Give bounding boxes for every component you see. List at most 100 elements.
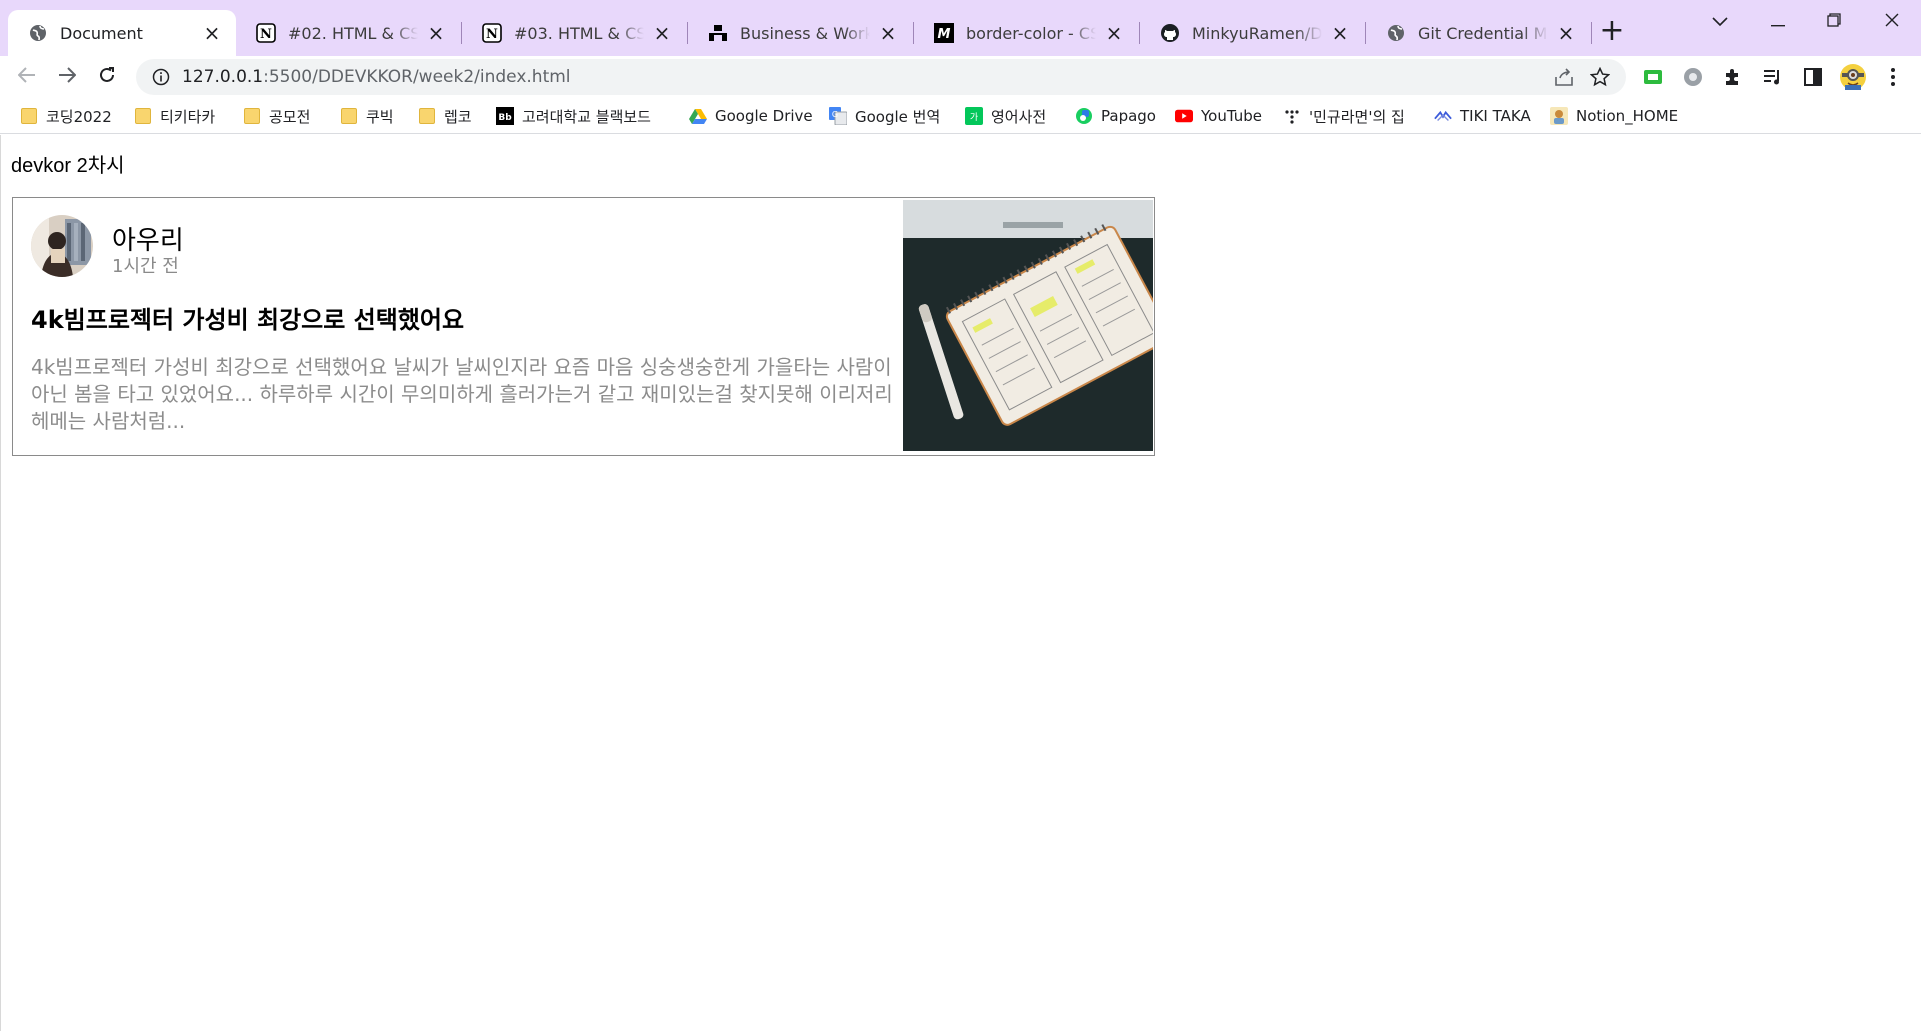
new-tab-button[interactable]: + [1596, 13, 1628, 48]
share-icon[interactable] [1552, 65, 1576, 89]
bookmark-google-drive[interactable]: Google Drive [689, 104, 813, 128]
bookmark-label: Notion_HOME [1576, 107, 1679, 125]
bookmark-label: 코딩2022 [46, 107, 112, 126]
bookmark-folder-coding2022[interactable]: 코딩2022 [20, 104, 112, 128]
bookmark-google-translate[interactable]: G Google 번역 [829, 104, 940, 128]
close-icon[interactable]: × [1556, 21, 1576, 45]
bookmark-youtube[interactable]: YouTube [1175, 104, 1262, 128]
tab-title: #03. HTML & CSS [514, 23, 644, 43]
google-translate-icon: G [829, 107, 847, 125]
gear-extension-icon[interactable] [1676, 60, 1710, 94]
info-icon[interactable] [150, 66, 172, 88]
tab-title: MinkyuRamen/DDEVKKOR [1192, 23, 1322, 43]
svg-text:G: G [832, 110, 838, 119]
profile-avatar-icon[interactable] [1836, 60, 1870, 94]
post-card[interactable]: 아우리 1시간 전 4k빔프로젝터 가성비 최강으로 선택했어요 4k빔프로젝터… [12, 197, 1155, 456]
cast-extension-icon[interactable] [1636, 60, 1670, 94]
bookmark-label: '민규라면'의 집 [1309, 107, 1405, 126]
globe-icon [28, 23, 48, 43]
more-menu-icon[interactable] [1876, 60, 1910, 94]
close-window-button[interactable] [1866, 6, 1918, 36]
bookmark-folder-repco[interactable]: 렙코 [418, 104, 472, 128]
puzzle-icon[interactable] [1716, 60, 1750, 94]
bookmark-label: YouTube [1201, 107, 1262, 125]
notion-home-icon [1550, 107, 1568, 125]
tab-strip: Document × N #02. HTML & CSS × N #03. HT… [0, 0, 1921, 56]
reload-button[interactable] [90, 60, 124, 94]
restore-button[interactable] [1808, 6, 1860, 36]
folder-icon [243, 107, 261, 125]
bookmark-label: 렙코 [444, 107, 472, 126]
post-time: 1시간 전 [112, 256, 179, 277]
page-heading: devkor 2차시 [11, 155, 125, 177]
forward-button[interactable] [50, 60, 84, 94]
minimize-icon [1771, 11, 1785, 32]
naver-dictionary-icon: 가 [965, 107, 983, 125]
bookmark-label: 고려대학교 블랙보드 [522, 107, 651, 126]
tab-unsplash[interactable]: Business & Work | Unsplash × [688, 10, 912, 56]
bookmark-papago[interactable]: Papago [1075, 104, 1156, 128]
close-icon[interactable]: × [652, 21, 672, 45]
tab-mdn-border-color[interactable]: M border-color - CSS: Cascading × [914, 10, 1138, 56]
bookmark-label: 티키타카 [160, 107, 216, 126]
post-thumbnail[interactable] [903, 200, 1153, 451]
github-icon [1160, 23, 1180, 43]
tab-github-ddevkkor[interactable]: MinkyuRamen/DDEVKKOR × [1140, 10, 1364, 56]
mdn-icon: M [934, 23, 954, 43]
close-icon[interactable]: × [426, 21, 446, 45]
author-avatar [31, 215, 93, 277]
folder-icon [340, 107, 358, 125]
bookmark-tikitaka[interactable]: TIKI TAKA [1434, 104, 1531, 128]
close-icon [1885, 11, 1899, 32]
url-path: :5500/DDEVKKOR/week2/index.html [263, 67, 571, 87]
tab-title: Document [60, 23, 143, 43]
notion-icon: N [256, 23, 276, 43]
svg-text:M: M [938, 27, 951, 42]
dots-icon [1283, 107, 1301, 125]
svg-text:Bb: Bb [498, 113, 512, 123]
unsplash-icon [708, 23, 728, 43]
bookmark-label: Google Drive [715, 107, 813, 125]
tab-separator [1591, 22, 1592, 44]
media-control-icon[interactable] [1756, 60, 1790, 94]
address-bar[interactable]: 127.0.0.1:5500/DDEVKKOR/week2/index.html [136, 59, 1626, 95]
svg-text:N: N [260, 27, 272, 42]
bookmark-label: 공모전 [269, 107, 311, 126]
youtube-icon [1175, 107, 1193, 125]
back-button[interactable] [10, 60, 44, 94]
post-excerpt: 4k빔프로젝터 가성비 최강으로 선택했어요 날씨가 날씨인지라 요즘 마음 싱… [31, 355, 893, 433]
tab-git-credential-manager[interactable]: Git Credential Manager × [1366, 10, 1590, 56]
close-icon[interactable]: × [1330, 21, 1350, 45]
tab-html-css-03[interactable]: N #03. HTML & CSS × [462, 10, 686, 56]
tab-title: #02. HTML & CSS [288, 23, 418, 43]
bookmark-folder-contest[interactable]: 공모전 [243, 104, 310, 128]
tab-title: border-color - CSS: Cascading [966, 23, 1096, 43]
address-url: 127.0.0.1:5500/DDEVKKOR/week2/index.html [182, 67, 571, 87]
bookmark-label: 쿠빅 [366, 107, 394, 126]
star-icon[interactable] [1588, 65, 1612, 89]
bookmark-folder-kubig[interactable]: 쿠빅 [340, 104, 394, 128]
bookmark-english-dictionary[interactable]: 가 영어사전 [965, 104, 1046, 128]
tab-search-button[interactable] [1694, 6, 1746, 36]
side-panel-icon[interactable] [1796, 60, 1830, 94]
post-title[interactable]: 4k빔프로젝터 가성비 최강으로 선택했어요 [31, 300, 464, 335]
bookmark-folder-tikitaka[interactable]: 티키타카 [134, 104, 215, 128]
tab-title: Business & Work | Unsplash [740, 23, 870, 43]
close-icon[interactable]: × [878, 21, 898, 45]
arrow-left-icon [17, 67, 36, 87]
globe-icon [1386, 23, 1406, 43]
folder-icon [20, 107, 38, 125]
url-host: 127.0.0.1 [182, 67, 264, 87]
bookmark-minkyu-ramen-home[interactable]: '민규라면'의 집 [1283, 104, 1405, 128]
tab-document[interactable]: Document × [8, 10, 236, 56]
close-icon[interactable]: × [1104, 21, 1124, 45]
bookmark-label: Papago [1101, 107, 1156, 125]
blackboard-icon: Bb [496, 107, 514, 125]
chevron-down-icon [1712, 11, 1728, 32]
bookmark-notion-home[interactable]: Notion_HOME [1550, 104, 1678, 128]
svg-text:N: N [486, 27, 498, 42]
close-icon[interactable]: × [202, 21, 222, 45]
minimize-button[interactable] [1752, 6, 1804, 36]
tab-html-css-02[interactable]: N #02. HTML & CSS × [236, 10, 460, 56]
bookmark-blackboard[interactable]: Bb 고려대학교 블랙보드 [496, 104, 651, 128]
